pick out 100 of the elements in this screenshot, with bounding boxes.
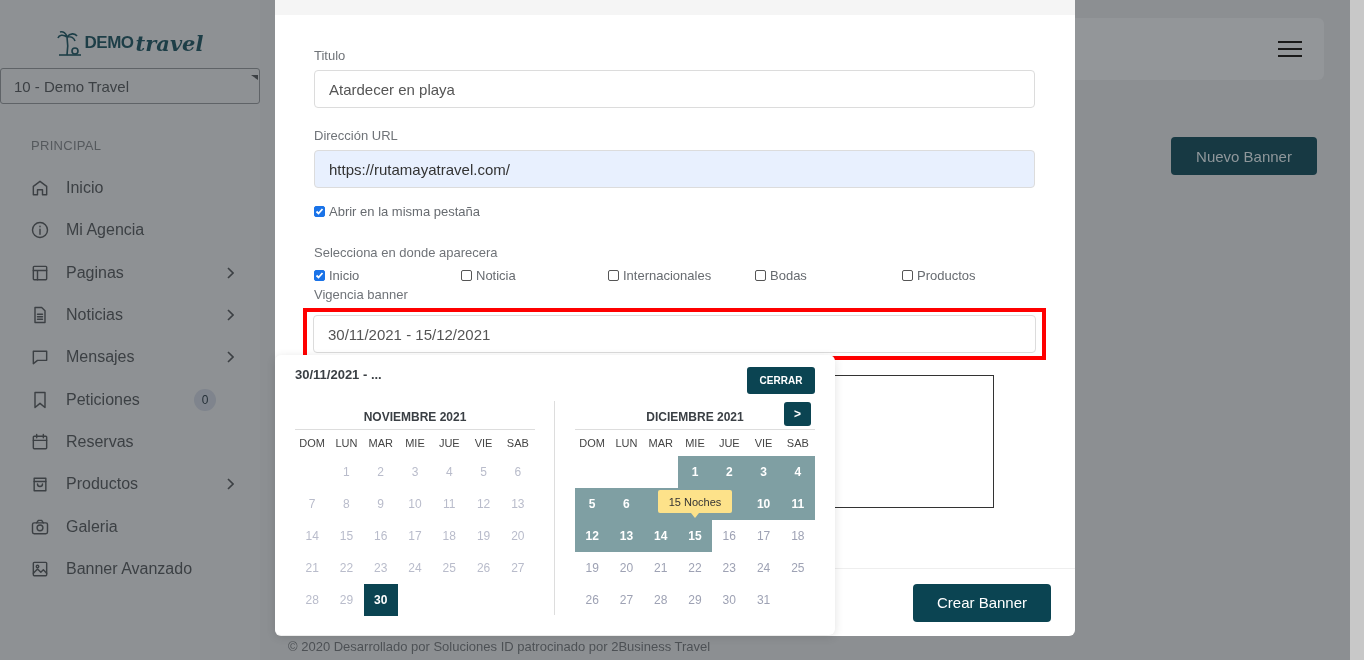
checkbox[interactable] <box>902 270 913 281</box>
calendar-day: 7 <box>295 488 330 520</box>
calendar-day[interactable]: 30 <box>363 584 398 616</box>
calendar-day: 6 <box>500 456 535 488</box>
checkbox-label: Abrir en la misma pestaña <box>329 204 480 219</box>
calendar-day: 17 <box>397 520 433 552</box>
logo-text: DEMO <box>84 33 134 53</box>
calendar-day: 10 <box>397 488 433 520</box>
calendar-day[interactable]: 5 <box>575 488 610 520</box>
calendar-day[interactable]: 6 <box>609 488 644 520</box>
weekday-label: VIE <box>473 436 494 451</box>
close-button[interactable]: CERRAR <box>747 367 815 394</box>
checkbox[interactable] <box>314 270 325 281</box>
calendar-day[interactable]: 26 <box>575 584 610 616</box>
sidebar-item[interactable]: Inicio <box>0 167 260 210</box>
weekday-label: SAB <box>505 436 530 451</box>
field-label: Vigencia banner <box>314 287 409 304</box>
calendar-day[interactable]: 31 <box>746 584 781 616</box>
calendar-day: 8 <box>329 488 364 520</box>
calendar-day[interactable]: 27 <box>609 584 644 616</box>
date-range-field[interactable]: 30/11/2021 - 15/12/2021 <box>313 315 1036 353</box>
calendar-day[interactable]: 13 <box>609 520 644 552</box>
weekday-label: DOM <box>298 436 326 451</box>
calendar-day[interactable]: 16 <box>712 520 747 552</box>
sidebar-item[interactable]: Productos <box>0 463 260 506</box>
calendar-day[interactable]: 17 <box>746 520 781 552</box>
calendar-day: 19 <box>466 520 501 552</box>
calendar-day[interactable]: 29 <box>677 584 713 616</box>
weekday-label: MIE <box>404 436 426 451</box>
sidebar-item[interactable]: Noticias <box>0 293 260 337</box>
calendar-day[interactable]: 20 <box>609 552 644 584</box>
checkbox[interactable] <box>461 270 472 281</box>
field-label: Dirección URL <box>314 128 399 145</box>
sidebar-item[interactable]: Mi Agencia <box>0 209 260 252</box>
calendar-day: 28 <box>295 584 330 616</box>
weekday-label: JUE <box>437 436 461 451</box>
new-banner-button[interactable]: Nuevo Banner <box>1171 137 1317 175</box>
field-label: Selecciona en donde aparecera <box>314 245 499 262</box>
create-banner-button[interactable]: Crear Banner <box>913 583 1051 622</box>
calendar-day[interactable]: 18 <box>780 520 815 552</box>
calendar-day: 25 <box>432 552 467 584</box>
calendar-day[interactable]: 23 <box>712 552 747 584</box>
calendar-day[interactable]: 14 <box>643 520 678 552</box>
sidebar-item[interactable]: Banner Avanzado <box>0 547 260 590</box>
calendar-day: 13 <box>500 488 535 520</box>
calendar-day[interactable]: 30 <box>712 584 747 616</box>
calendar-day[interactable]: 15 <box>677 520 713 552</box>
weekday-label: SAB <box>785 436 810 451</box>
calendar-day: 27 <box>500 552 535 584</box>
weekday-label: VIE <box>753 436 774 451</box>
menu-icon[interactable] <box>1278 40 1302 58</box>
calendar-day[interactable]: 22 <box>677 552 713 584</box>
next-month-button[interactable]: > <box>784 402 811 426</box>
calendar-day: 3 <box>397 456 433 488</box>
calendar-day[interactable]: 10 <box>746 488 781 520</box>
calendar-day: 1 <box>329 456 364 488</box>
calendar-day: 11 <box>432 488 467 520</box>
weekday-label: LUN <box>334 436 359 451</box>
calendar-day[interactable]: 4 <box>780 456 815 488</box>
sidebar-item[interactable]: Paginas <box>0 251 260 294</box>
sidebar-item[interactable]: Peticiones 0 <box>0 378 260 421</box>
calendar-day: 12 <box>466 488 501 520</box>
info-icon <box>30 220 50 241</box>
weekday-label: DOM <box>578 436 606 451</box>
calendar-day: 29 <box>329 584 364 616</box>
weekday-label: JUE <box>717 436 741 451</box>
calendar-day: 26 <box>466 552 501 584</box>
calendar-day[interactable]: 2 <box>712 456 747 488</box>
input-field[interactable]: Atardecer en playa <box>314 70 1035 108</box>
weekday-label: MAR <box>367 436 394 451</box>
calendar-day[interactable]: 12 <box>575 520 610 552</box>
calendar-day[interactable]: 11 <box>780 488 815 520</box>
calendar-day: 15 <box>329 520 364 552</box>
month-title: DICIEMBRE 2021 <box>646 410 744 424</box>
sidebar-item[interactable]: Mensajes <box>0 336 260 379</box>
calendar-day[interactable]: 3 <box>746 456 781 488</box>
calendar-day: 5 <box>466 456 501 488</box>
checkbox[interactable] <box>755 270 766 281</box>
sidebar-item[interactable]: Reservas <box>0 420 260 464</box>
checkbox-label: Internacionales <box>623 268 712 283</box>
weekday-label: MAR <box>647 436 674 451</box>
count-badge: 0 <box>194 388 216 411</box>
calendar-day: 21 <box>295 552 330 584</box>
month-title: NOVIEMBRE 2021 <box>363 410 467 424</box>
agency-select[interactable]: 10 - Demo Travel <box>0 68 260 104</box>
input-field[interactable]: https://rutamayatravel.com/ <box>314 150 1035 188</box>
checkbox[interactable] <box>314 206 325 217</box>
calendar-icon <box>30 431 50 452</box>
calendar-day[interactable]: 25 <box>780 552 815 584</box>
field-label: Titulo <box>314 48 347 65</box>
calendar-day: 18 <box>432 520 467 552</box>
section-title: PRINCIPAL <box>31 138 103 153</box>
calendar-day[interactable]: 1 <box>677 456 713 488</box>
calendar-day[interactable]: 19 <box>575 552 610 584</box>
sidebar-item[interactable]: Galeria <box>0 505 260 548</box>
checkbox[interactable] <box>608 270 619 281</box>
calendar-day[interactable]: 21 <box>643 552 678 584</box>
calendar-day[interactable]: 28 <box>643 584 678 616</box>
logo-text: travel <box>135 30 204 56</box>
calendar-day[interactable]: 24 <box>746 552 781 584</box>
